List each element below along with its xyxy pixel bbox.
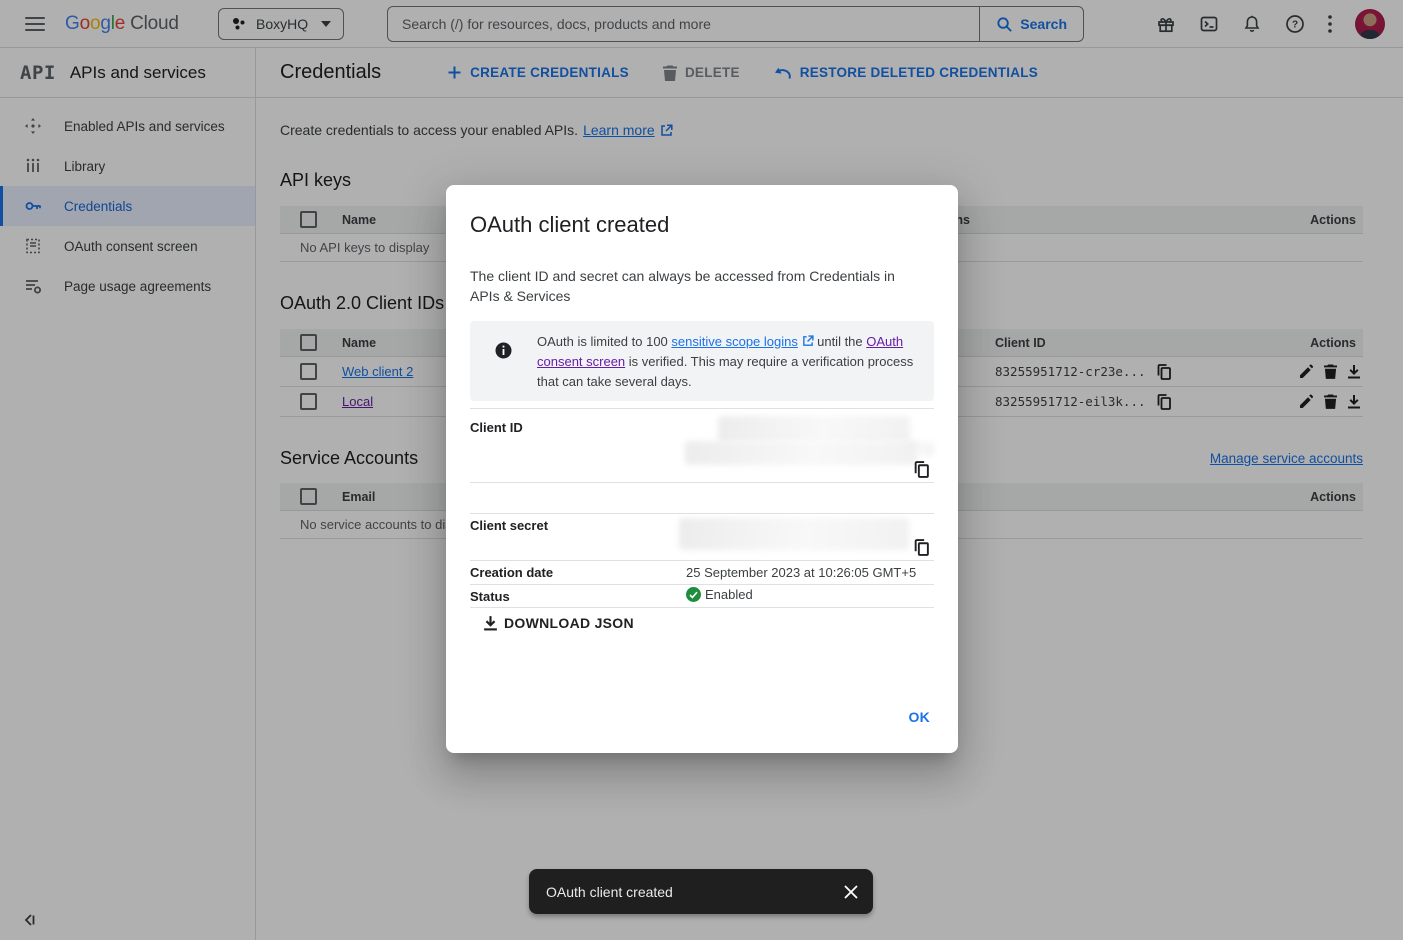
ok-button[interactable]: OK [909,709,931,725]
dialog-subtitle: The client ID and secret can always be a… [470,266,915,306]
external-link-icon [802,335,814,347]
notice-pre: OAuth is limited to 100 [537,334,671,349]
status-label: Status [470,589,510,604]
verification-notice: OAuth is limited to 100 sensitive scope … [470,321,934,401]
info-icon [495,342,512,359]
client-id-label: Client ID [470,420,523,435]
copy-client-secret-icon[interactable] [914,539,929,556]
download-icon [483,615,498,631]
google-cloud-console: Google Cloud BoxyHQ Search [0,0,1403,940]
status-value: Enabled [705,587,753,602]
client-id-redacted-value [685,441,917,465]
notice-mid: until the [814,334,867,349]
toast-notification: OAuth client created [529,869,873,914]
copy-client-id-icon[interactable] [914,461,929,478]
dialog-title: OAuth client created [470,212,669,238]
notice-text: OAuth is limited to 100 sensitive scope … [537,332,922,392]
client-id-redacted-value [908,442,934,456]
check-icon [686,587,701,602]
client-id-redacted-value [718,416,910,442]
client-secret-label: Client secret [470,518,548,533]
creation-date-label: Creation date [470,565,553,580]
toast-message: OAuth client created [546,884,844,900]
download-json-button[interactable]: DOWNLOAD JSON [483,615,634,631]
download-json-label: DOWNLOAD JSON [504,615,634,631]
client-secret-redacted-value [679,518,909,550]
sensitive-scope-logins-link[interactable]: sensitive scope logins [671,334,797,349]
creation-date-value: 25 September 2023 at 10:26:05 GMT+5 [686,565,916,580]
oauth-client-created-dialog: OAuth client created The client ID and s… [446,185,958,753]
status-badge: Enabled [686,587,753,602]
close-icon[interactable] [844,885,858,899]
